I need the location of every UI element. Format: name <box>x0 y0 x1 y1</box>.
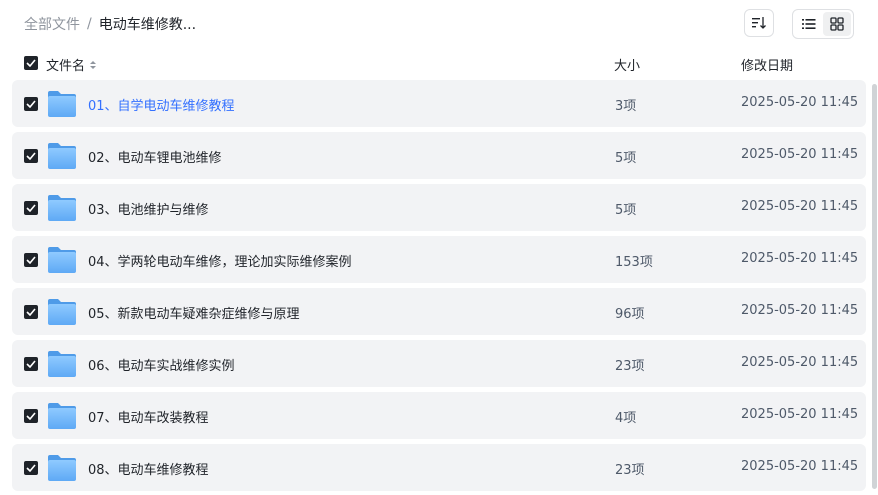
row-checkbox[interactable] <box>24 201 38 215</box>
folder-icon <box>48 351 76 377</box>
top-bar: 全部文件 / 电动车维修教... <box>0 0 878 48</box>
folder-icon <box>48 91 76 117</box>
file-size: 3项 <box>615 99 637 114</box>
table-header: 文件名 大小 修改日期 <box>0 50 878 78</box>
column-header-name[interactable]: 文件名 <box>46 55 98 74</box>
file-name[interactable]: 04、学两轮电动车维修，理论加实际维修案例 <box>88 251 352 270</box>
folder-icon <box>48 299 76 325</box>
list-view-icon <box>802 19 816 29</box>
file-name[interactable]: 08、电动车维修教程 <box>88 459 209 478</box>
file-modified-date: 2025-05-20 11:45 <box>741 199 859 214</box>
table-row[interactable]: 04、学两轮电动车维修，理论加实际维修案例 153项 2025-05-20 11… <box>12 236 866 283</box>
sort-arrows-icon <box>90 60 97 69</box>
table-row[interactable]: 07、电动车改装教程 4项 2025-05-20 11:45 <box>12 392 866 439</box>
scrollbar[interactable] <box>872 84 877 489</box>
checkmark-icon <box>26 412 36 420</box>
grid-view-icon <box>830 17 844 31</box>
table-row[interactable]: 06、电动车实战维修实例 23项 2025-05-20 11:45 <box>12 340 866 387</box>
table-row[interactable]: 02、电动车锂电池维修 5项 2025-05-20 11:45 <box>12 132 866 179</box>
checkmark-icon <box>26 256 36 264</box>
checkmark-icon <box>26 360 36 368</box>
file-modified-date: 2025-05-20 11:45 <box>741 355 859 370</box>
table-row[interactable]: 01、自学电动车维修教程 3项 2025-05-20 11:45 <box>12 80 866 127</box>
row-checkbox[interactable] <box>24 149 38 163</box>
row-checkbox[interactable] <box>24 409 38 423</box>
sort-icon <box>752 17 766 29</box>
checkmark-icon <box>26 100 36 108</box>
checkmark-icon <box>26 59 36 67</box>
file-size: 23项 <box>615 463 645 478</box>
file-size: 96项 <box>615 307 645 322</box>
row-checkbox[interactable] <box>24 461 38 475</box>
checkmark-icon <box>26 308 36 316</box>
row-checkbox[interactable] <box>24 97 38 111</box>
file-name[interactable]: 05、新款电动车疑难杂症维修与原理 <box>88 303 300 322</box>
file-size: 5项 <box>615 203 637 218</box>
breadcrumb-root[interactable]: 全部文件 <box>24 14 80 34</box>
column-header-name-label: 文件名 <box>46 59 86 74</box>
view-toggle <box>792 9 854 39</box>
file-modified-date: 2025-05-20 11:45 <box>741 147 859 162</box>
folder-icon <box>48 403 76 429</box>
file-modified-date: 2025-05-20 11:45 <box>741 407 859 422</box>
file-name[interactable]: 02、电动车锂电池维修 <box>88 147 222 166</box>
select-all-checkbox[interactable] <box>24 56 38 70</box>
file-size: 5项 <box>615 151 637 166</box>
folder-icon <box>48 143 76 169</box>
file-size: 4项 <box>615 411 637 426</box>
row-checkbox[interactable] <box>24 357 38 371</box>
breadcrumb: 全部文件 / 电动车维修教... <box>24 14 196 34</box>
column-header-size[interactable]: 大小 <box>614 55 640 74</box>
table-row[interactable]: 08、电动车维修教程 23项 2025-05-20 11:45 <box>12 444 866 491</box>
checkmark-icon <box>26 464 36 472</box>
checkmark-icon <box>26 204 36 212</box>
grid-view-button[interactable] <box>823 12 851 36</box>
breadcrumb-separator: / <box>87 16 92 32</box>
table-row[interactable]: 05、新款电动车疑难杂症维修与原理 96项 2025-05-20 11:45 <box>12 288 866 335</box>
row-checkbox[interactable] <box>24 253 38 267</box>
file-name[interactable]: 01、自学电动车维修教程 <box>88 95 235 114</box>
checkmark-icon <box>26 152 36 160</box>
table-row[interactable]: 03、电池维护与维修 5项 2025-05-20 11:45 <box>12 184 866 231</box>
breadcrumb-current: 电动车维修教... <box>98 17 197 33</box>
column-header-modified[interactable]: 修改日期 <box>741 55 793 74</box>
file-modified-date: 2025-05-20 11:45 <box>741 251 859 266</box>
file-list: 01、自学电动车维修教程 3项 2025-05-20 11:45 02、电动车锂… <box>12 80 866 495</box>
folder-icon <box>48 247 76 273</box>
folder-icon <box>48 195 76 221</box>
file-name[interactable]: 07、电动车改装教程 <box>88 407 209 426</box>
file-name[interactable]: 03、电池维护与维修 <box>88 199 209 218</box>
sort-button[interactable] <box>744 9 774 37</box>
file-name[interactable]: 06、电动车实战维修实例 <box>88 355 235 374</box>
file-browser: 全部文件 / 电动车维修教... 文件名 大小 修改日期 01、自学电动车维修教… <box>0 0 878 495</box>
file-modified-date: 2025-05-20 11:45 <box>741 303 859 318</box>
file-modified-date: 2025-05-20 11:45 <box>741 95 859 110</box>
row-checkbox[interactable] <box>24 305 38 319</box>
list-view-button[interactable] <box>795 12 823 36</box>
file-modified-date: 2025-05-20 11:45 <box>741 459 859 474</box>
folder-icon <box>48 455 76 481</box>
file-size: 23项 <box>615 359 645 374</box>
file-size: 153项 <box>615 255 653 270</box>
